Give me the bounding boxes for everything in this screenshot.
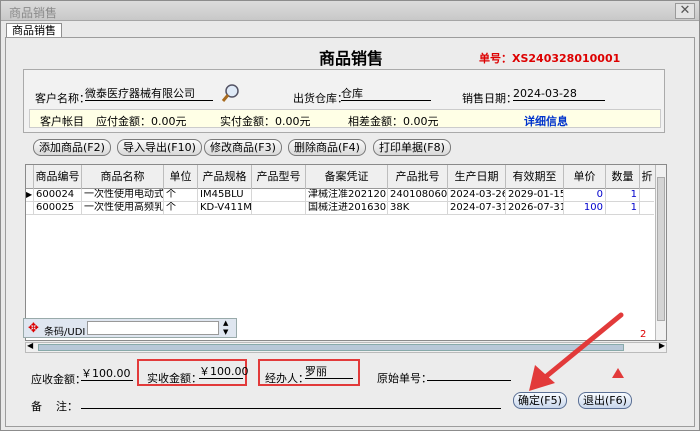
column-header[interactable]: 产品规格 bbox=[198, 165, 252, 189]
warehouse-label: 出货仓库： bbox=[293, 92, 348, 105]
search-icon[interactable] bbox=[221, 83, 241, 103]
handler-label: 经办人： bbox=[265, 372, 309, 385]
note-label: 备 注： bbox=[31, 400, 78, 413]
vertical-scrollbar[interactable] bbox=[655, 165, 666, 340]
window-title: 商品销售 bbox=[9, 6, 58, 20]
column-header[interactable]: 有效期至 bbox=[506, 165, 564, 189]
table-header: 商品编号 商品名称 单位 产品规格 产品型号 备案凭证 产品批号 生产日期 有效… bbox=[26, 165, 666, 189]
customer-label: 客户名称： bbox=[35, 92, 90, 105]
cell-unit: 个 bbox=[164, 202, 198, 215]
cell-qty: 1 bbox=[606, 202, 640, 215]
barcode-panel: ✥ 条码/UDI ▲ ▼ bbox=[23, 318, 237, 338]
column-header[interactable]: 产品型号 bbox=[252, 165, 306, 189]
cell-prod-date: 2024-03-26 bbox=[450, 189, 506, 202]
table-row[interactable]: ▶ 600024 一次性使用电动式 个 IM45BLU 津械注准20212010… bbox=[26, 189, 654, 202]
cell-name: 一次性使用电动式 bbox=[84, 189, 164, 202]
detail-link[interactable]: 详细信息 bbox=[524, 113, 568, 129]
column-header[interactable]: 生产日期 bbox=[448, 165, 506, 189]
column-header[interactable]: 商品名称 bbox=[82, 165, 164, 189]
sale-date-label: 销售日期： bbox=[462, 92, 517, 105]
move-icon[interactable]: ✥ bbox=[28, 321, 39, 336]
cell-price: 100 bbox=[564, 202, 606, 215]
cell-unit: 个 bbox=[164, 189, 198, 202]
barcode-input[interactable] bbox=[87, 321, 219, 335]
cell-model bbox=[252, 189, 306, 202]
cell-batch: 2401080609 bbox=[390, 189, 448, 202]
cell-expiry: 2029-01-15 bbox=[508, 189, 564, 202]
title-bar: 商品销售 ✕ bbox=[1, 1, 699, 21]
cell-model bbox=[252, 202, 306, 215]
column-header[interactable]: 单位 bbox=[164, 165, 198, 189]
diff-text: 相差金额：0.00元 bbox=[348, 115, 439, 128]
add-item-button[interactable]: 添加商品(F2) bbox=[33, 139, 111, 156]
received-label: 实收金额： bbox=[147, 372, 202, 385]
origin-no-field[interactable] bbox=[427, 367, 511, 381]
cell-code: 600025 bbox=[34, 202, 82, 215]
order-number: 单号：XS240328010001 bbox=[479, 52, 621, 65]
sales-window: 商品销售 ✕ 商品销售 商品销售 单号：XS240328010001 客户名称：… bbox=[0, 0, 700, 431]
cell-price: 0 bbox=[564, 189, 606, 202]
spin-down-icon[interactable]: ▼ bbox=[223, 328, 228, 336]
column-header[interactable]: 单价 bbox=[564, 165, 606, 189]
row-indicator-header bbox=[26, 165, 34, 189]
column-header[interactable]: 商品编号 bbox=[34, 165, 82, 189]
column-header[interactable]: 数量 bbox=[606, 165, 640, 189]
barcode-label: 条码/UDI bbox=[44, 327, 86, 338]
scroll-left-icon[interactable]: ◀ bbox=[27, 341, 33, 350]
cell-prod-date: 2024-07-31 bbox=[450, 202, 506, 215]
total-qty: 2 bbox=[640, 329, 647, 340]
receivable-text: 应付金额：0.00元 bbox=[96, 115, 187, 128]
column-header[interactable]: 备案凭证 bbox=[306, 165, 388, 189]
table-row[interactable]: 600025 一次性使用高频乳 个 KD-V411M-07 国械注进201630… bbox=[26, 202, 654, 215]
cell-cert: 国械注进20163014 bbox=[308, 202, 388, 215]
cell-qty: 1 bbox=[606, 189, 640, 202]
cell-spec: IM45BLU bbox=[198, 189, 252, 202]
current-row-icon: ▶ bbox=[26, 189, 34, 202]
cell-code: 600024 bbox=[34, 189, 82, 202]
receivable-field[interactable]: ￥100.00 bbox=[81, 367, 133, 381]
import-export-button[interactable]: 导入导出(F10) bbox=[117, 139, 202, 156]
delete-item-button[interactable]: 删除商品(F4) bbox=[288, 139, 366, 156]
cell-batch: 38K bbox=[388, 202, 448, 215]
edit-item-button[interactable]: 修改商品(F3) bbox=[204, 139, 282, 156]
paid-text: 实付金额：0.00元 bbox=[220, 115, 311, 128]
pointer-arrow-icon bbox=[529, 312, 624, 391]
scroll-right-icon[interactable]: ▶ bbox=[659, 341, 665, 350]
page-title: 商品销售 bbox=[319, 49, 384, 68]
row-indicator bbox=[26, 202, 34, 215]
cell-cert: 津械注准20212010 bbox=[308, 189, 388, 202]
received-field[interactable]: ￥100.00 bbox=[199, 365, 249, 379]
origin-no-label: 原始单号： bbox=[377, 372, 432, 385]
note-field[interactable] bbox=[81, 395, 501, 409]
column-header[interactable]: 折 bbox=[640, 165, 654, 189]
customer-field[interactable]: 微泰医疗器械有限公司 bbox=[85, 87, 213, 101]
spin-up-icon[interactable]: ▲ bbox=[223, 319, 228, 327]
column-header[interactable]: 产品批号 bbox=[388, 165, 448, 189]
cell-spec: KD-V411M-07 bbox=[200, 202, 252, 215]
cell-expiry: 2026-07-31 bbox=[508, 202, 564, 215]
close-icon[interactable]: ✕ bbox=[675, 3, 695, 19]
cell-name: 一次性使用高频乳 bbox=[84, 202, 164, 215]
warehouse-field[interactable]: 仓库 bbox=[341, 87, 431, 101]
receivable-label: 应收金额： bbox=[31, 373, 86, 386]
tab-sales[interactable]: 商品销售 bbox=[6, 23, 62, 38]
account-label: 客户帐目 bbox=[40, 115, 84, 128]
print-button[interactable]: 打印单据(F8) bbox=[373, 139, 451, 156]
scroll-thumb[interactable] bbox=[657, 177, 665, 321]
handler-field[interactable]: 罗丽 bbox=[305, 365, 353, 379]
account-bar: 客户帐目 应付金额：0.00元 实付金额：0.00元 相差金额：0.00元 详细… bbox=[29, 109, 661, 128]
sale-date-field[interactable]: 2024-03-28 bbox=[513, 87, 605, 101]
